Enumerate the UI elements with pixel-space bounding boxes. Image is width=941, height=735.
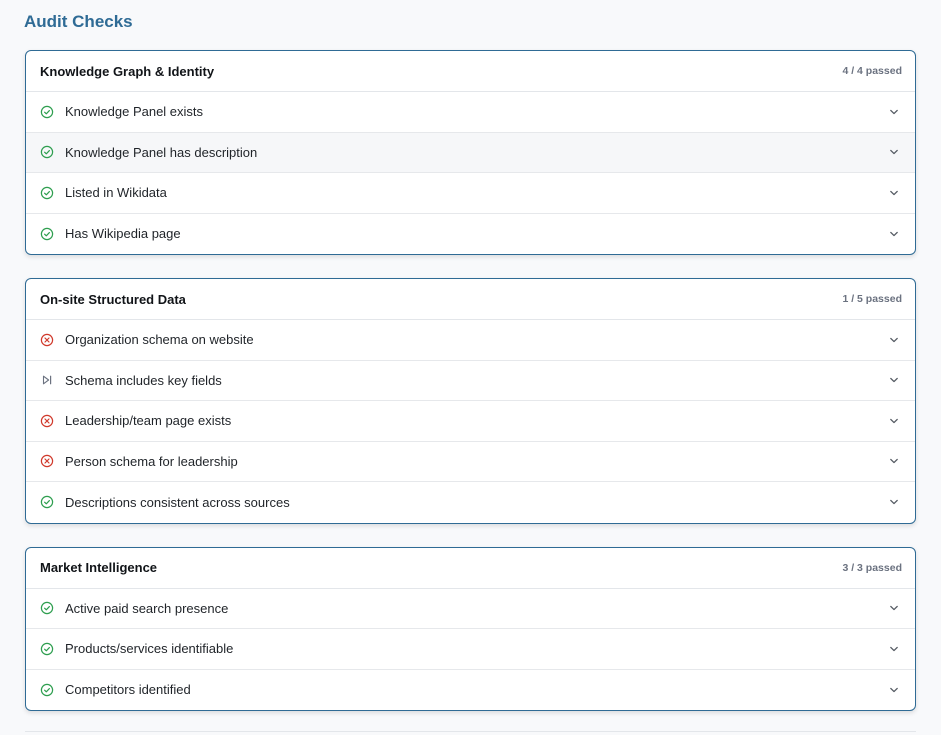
- chevron-down-icon[interactable]: [888, 187, 900, 199]
- check-circle-icon: [40, 683, 54, 697]
- check-label: Products/services identifiable: [65, 641, 234, 657]
- check-circle-icon: [40, 186, 54, 200]
- section-header: Market Intelligence 3 / 3 passed: [26, 548, 915, 589]
- chevron-down-icon[interactable]: [888, 106, 900, 118]
- check-label: Active paid search presence: [65, 600, 229, 616]
- section-title: Market Intelligence: [40, 560, 158, 575]
- check-label: Leadership/team page exists: [65, 413, 232, 429]
- chevron-down-icon[interactable]: [888, 334, 900, 346]
- audit-checks-panel: Audit Checks Knowledge Graph & Identity 4…: [0, 0, 941, 735]
- check-row[interactable]: Organization schema on website: [26, 320, 915, 361]
- check-row[interactable]: Schema includes key fields: [26, 361, 915, 401]
- chevron-down-icon[interactable]: [888, 146, 900, 158]
- chevron-down-icon[interactable]: [888, 415, 900, 427]
- check-label: Knowledge Panel exists: [65, 104, 204, 120]
- check-circle-icon: [40, 642, 54, 656]
- chevron-down-icon[interactable]: [888, 496, 900, 508]
- audit-section-card: On-site Structured Data 1 / 5 passed Organ…: [25, 278, 916, 524]
- check-label: Listed in Wikidata: [65, 185, 167, 201]
- chevron-down-icon[interactable]: [888, 374, 900, 386]
- chevron-down-icon[interactable]: [888, 643, 900, 655]
- check-label: Has Wikipedia page: [65, 226, 181, 242]
- check-row[interactable]: Knowledge Panel exists: [26, 92, 915, 133]
- check-label: Schema includes key fields: [65, 372, 222, 388]
- chevron-down-icon[interactable]: [888, 684, 900, 696]
- check-label: Descriptions consistent across sources: [65, 494, 290, 510]
- check-circle-icon: [40, 145, 54, 159]
- check-label: Competitors identified: [65, 682, 191, 698]
- bottom-divider: [25, 731, 916, 732]
- chevron-down-icon[interactable]: [888, 228, 900, 240]
- page-title: Audit Checks: [24, 12, 133, 31]
- sections-list: Knowledge Graph & Identity 4 / 4 passed Kn…: [25, 50, 916, 711]
- section-title: On-site Structured Data: [40, 291, 186, 307]
- check-row[interactable]: Knowledge Panel has description: [26, 132, 915, 173]
- audit-section-card: Market Intelligence 3 / 3 passed Active pa…: [25, 546, 916, 711]
- check-row[interactable]: Active paid search presence: [26, 589, 915, 629]
- chevron-down-icon[interactable]: [888, 602, 900, 614]
- check-circle-icon: [40, 105, 54, 119]
- check-row[interactable]: Products/services identifiable: [26, 629, 915, 670]
- check-circle-icon: [40, 495, 54, 509]
- section-title: Knowledge Graph & Identity: [40, 63, 215, 79]
- check-row[interactable]: Listed in Wikidata: [26, 173, 915, 214]
- section-pass-count: 1 / 5 passed: [842, 293, 902, 305]
- chevron-down-icon[interactable]: [888, 455, 900, 467]
- section-pass-count: 3 / 3 passed: [842, 561, 902, 574]
- audit-section-card: Knowledge Graph & Identity 4 / 4 passed Kn…: [25, 50, 916, 255]
- check-label: Knowledge Panel has description: [65, 144, 258, 160]
- x-circle-icon: [40, 333, 54, 347]
- check-label: Organization schema on website: [65, 332, 254, 348]
- section-header: Knowledge Graph & Identity 4 / 4 passed: [26, 51, 915, 92]
- check-row[interactable]: Descriptions consistent across sources: [26, 482, 915, 523]
- check-circle-icon: [40, 601, 54, 615]
- check-row[interactable]: Has Wikipedia page: [26, 214, 915, 255]
- x-circle-icon: [40, 454, 54, 468]
- section-pass-count: 4 / 4 passed: [842, 65, 902, 77]
- check-row[interactable]: Leadership/team page exists: [26, 401, 915, 442]
- section-header: On-site Structured Data 1 / 5 passed: [26, 279, 915, 320]
- skip-icon: [40, 373, 54, 387]
- check-circle-icon: [40, 227, 54, 241]
- x-circle-icon: [40, 414, 54, 428]
- check-label: Person schema for leadership: [65, 453, 238, 469]
- check-row[interactable]: Competitors identified: [26, 670, 915, 711]
- check-row[interactable]: Person schema for leadership: [26, 442, 915, 482]
